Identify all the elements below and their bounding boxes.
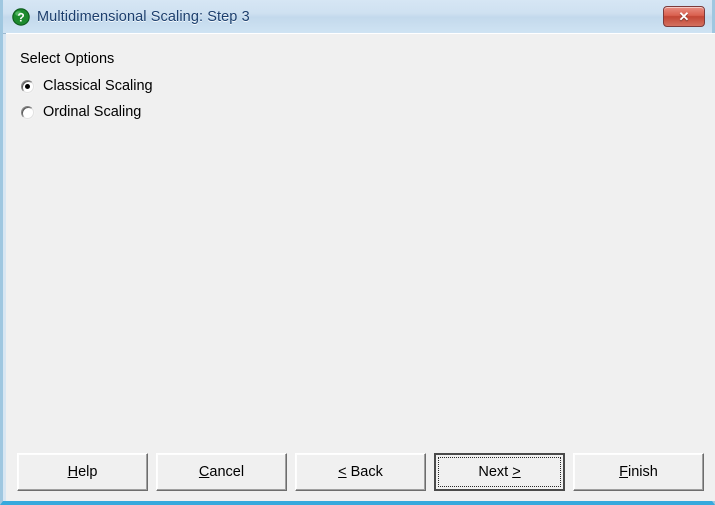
title-bar-buttons: ✕: [663, 6, 712, 27]
next-button[interactable]: Next >: [434, 453, 565, 491]
dialog-window: ? Multidimensional Scaling: Step 3 ✕ Sel…: [0, 0, 715, 505]
close-icon: ✕: [678, 9, 690, 24]
cancel-button-label: Cancel: [198, 464, 245, 480]
select-options-label: Select Options: [20, 51, 115, 67]
radio-ordinal-scaling-label: Ordinal Scaling: [43, 104, 142, 120]
window-title: Multidimensional Scaling: Step 3: [37, 8, 250, 25]
radio-ordinal-scaling[interactable]: Ordinal Scaling: [20, 101, 145, 123]
back-button[interactable]: < Back: [295, 453, 426, 491]
radio-classical-scaling[interactable]: Classical Scaling: [20, 75, 157, 97]
finish-button-label: Finish: [619, 464, 658, 480]
help-button-label: Help: [67, 464, 98, 480]
svg-text:?: ?: [17, 10, 24, 24]
dialog-client-area: Select Options Classical Scaling Ordinal…: [6, 33, 715, 501]
radio-classical-scaling-label: Classical Scaling: [43, 78, 153, 94]
dialog-button-bar: Help Cancel < Back Next > Finish: [6, 453, 715, 493]
help-question-icon: ?: [12, 7, 30, 26]
close-button[interactable]: ✕: [663, 6, 705, 27]
cancel-button[interactable]: Cancel: [156, 453, 287, 491]
help-button[interactable]: Help: [17, 453, 148, 491]
select-options-group: Select Options Classical Scaling Ordinal…: [20, 51, 157, 127]
back-button-label: < Back: [338, 464, 383, 480]
radio-button-icon: [21, 105, 34, 119]
next-button-label: Next >: [478, 464, 521, 480]
finish-button[interactable]: Finish: [573, 453, 704, 491]
title-bar: ? Multidimensional Scaling: Step 3 ✕: [3, 0, 712, 34]
radio-button-icon: [21, 79, 34, 93]
title-bar-left: ? Multidimensional Scaling: Step 3: [3, 7, 663, 26]
